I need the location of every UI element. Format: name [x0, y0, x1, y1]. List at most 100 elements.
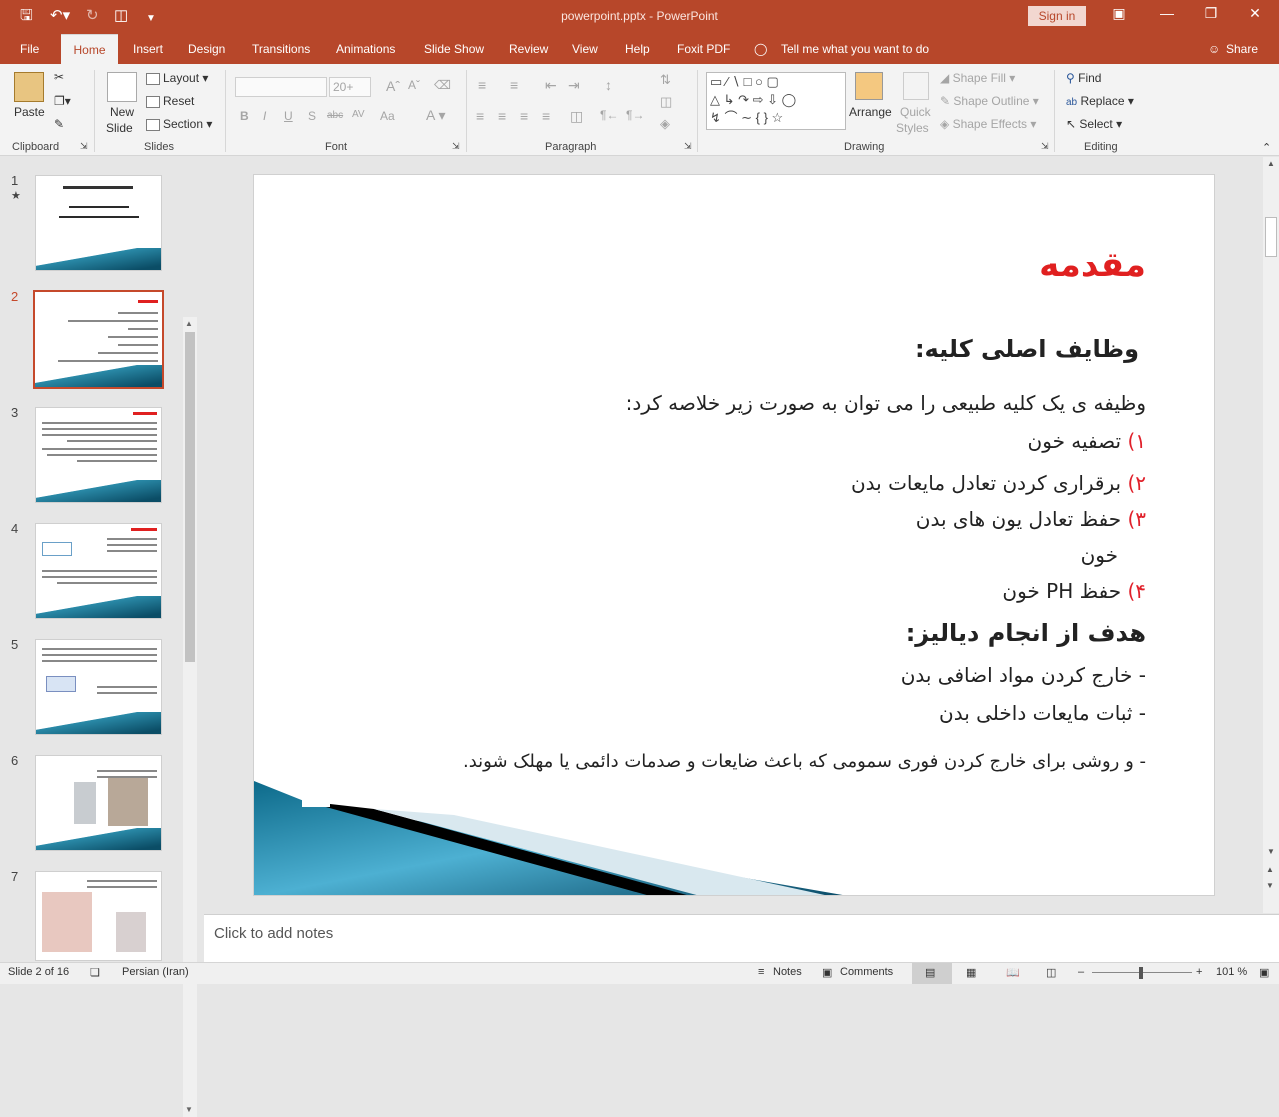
scroll-up-icon[interactable]: ▲ — [185, 319, 193, 328]
zoom-slider-thumb[interactable] — [1139, 967, 1143, 979]
zoom-out-icon[interactable]: – — [1078, 966, 1084, 978]
share-icon[interactable]: ☺ — [1208, 42, 1220, 56]
tab-foxit-pdf[interactable]: Foxit PDF — [677, 42, 730, 56]
shapes-gallery[interactable]: ▭ ∕ ∖ □ ○ ▢ △ ↳ ↷ ⇨ ⇩ ◯ ↯ ⌒ ∼ { } ☆ — [706, 72, 846, 130]
quick-styles-icon[interactable] — [903, 72, 929, 100]
decrease-font-icon[interactable]: Aˇ — [408, 78, 420, 92]
paragraph-launcher-icon[interactable]: ⇲ — [684, 141, 692, 152]
clipboard-launcher-icon[interactable]: ⇲ — [80, 141, 88, 152]
intro-text[interactable]: وظیفه ی یک کلیه طبیعی را می توان به صورت… — [626, 391, 1146, 415]
shape-outline-button[interactable]: ✎ Shape Outline ▾ — [940, 94, 1039, 108]
list-item[interactable]: ۴) حفظ PH خون — [1002, 579, 1146, 603]
numbering-icon[interactable]: ≡ — [510, 77, 518, 93]
italic-icon[interactable]: I — [263, 109, 266, 123]
bullets-icon[interactable]: ≡ — [478, 77, 486, 93]
slide-thumbnail[interactable] — [35, 871, 162, 961]
slide-show-icon[interactable]: ◫ — [1046, 966, 1056, 979]
scrollbar-thumb[interactable] — [185, 332, 195, 662]
notes-pane[interactable]: Click to add notes — [204, 914, 1279, 962]
slide-canvas[interactable]: مقدمه وظایف اصلی کلیه: وظیفه ی یک کلیه ط… — [253, 174, 1215, 896]
slide-thumbnail[interactable] — [35, 175, 162, 271]
quick-styles-label[interactable]: Quick — [900, 105, 931, 119]
scroll-up-icon[interactable]: ▲ — [1267, 159, 1275, 168]
list-item[interactable]: ۱) تصفیه خون — [1028, 429, 1146, 453]
character-spacing-icon[interactable]: AV — [352, 109, 365, 120]
columns-icon[interactable]: ◫ — [570, 108, 583, 125]
tab-view[interactable]: View — [572, 42, 598, 56]
list-item-continuation[interactable]: خون — [1081, 543, 1118, 567]
new-slide-label[interactable]: New — [110, 105, 134, 119]
tab-file[interactable]: File — [20, 42, 39, 56]
slide-thumbnail[interactable] — [35, 407, 162, 503]
slide-thumbnail[interactable] — [35, 523, 162, 619]
strikethrough-icon[interactable]: abc — [327, 110, 343, 121]
slide-title[interactable]: مقدمه — [1039, 245, 1146, 285]
font-color-icon[interactable]: A ▾ — [426, 107, 445, 124]
shape-fill-button[interactable]: ◢ Shape Fill ▾ — [940, 71, 1015, 85]
notes-icon[interactable]: ≡ — [758, 966, 764, 978]
slide-thumbnail[interactable] — [35, 755, 162, 851]
zoom-in-icon[interactable]: + — [1196, 966, 1202, 978]
find-button[interactable]: ⚲ Find — [1066, 71, 1101, 85]
slide-thumbnail-selected[interactable] — [33, 290, 164, 389]
language-indicator[interactable]: Persian (Iran) — [122, 966, 189, 978]
share-button[interactable]: Share — [1226, 42, 1258, 56]
editor-scrollbar[interactable]: ▲ ▼ ▲ ▼ — [1263, 157, 1279, 913]
arrange-button[interactable]: Arrange — [849, 105, 892, 119]
rtl-direction-icon[interactable]: ¶← — [600, 108, 618, 122]
maximize-icon[interactable]: ❐ — [1196, 5, 1226, 22]
font-size-dropdown[interactable]: 20+ — [329, 77, 371, 97]
tab-slide-show[interactable]: Slide Show — [424, 42, 484, 56]
quick-styles-label-2[interactable]: Styles — [896, 121, 929, 135]
comments-icon[interactable]: ▣ — [822, 966, 832, 979]
tab-insert[interactable]: Insert — [133, 42, 163, 56]
shape-effects-button[interactable]: ◈ Shape Effects ▾ — [940, 117, 1036, 131]
select-button[interactable]: ↖ Select ▾ — [1066, 117, 1122, 131]
replace-button[interactable]: ab Replace ▾ — [1066, 94, 1134, 108]
line-spacing-icon[interactable]: ↕ — [605, 77, 612, 93]
text-direction-icon[interactable]: ⇅ — [660, 72, 671, 88]
tab-review[interactable]: Review — [509, 42, 548, 56]
reading-view-icon[interactable]: 📖 — [1006, 966, 1020, 979]
tab-transitions[interactable]: Transitions — [252, 42, 310, 56]
justify-icon[interactable]: ≡ — [542, 108, 550, 124]
underline-icon[interactable]: U — [284, 109, 293, 123]
section-button[interactable]: Section ▾ — [146, 117, 212, 131]
decrease-indent-icon[interactable]: ⇤ — [545, 77, 557, 94]
ribbon-display-options-icon[interactable]: ▣ — [1104, 5, 1134, 22]
shadow-icon[interactable]: S — [308, 109, 316, 123]
tab-design[interactable]: Design — [188, 42, 225, 56]
copy-icon[interactable]: ❐▾ — [54, 94, 71, 108]
align-text-icon[interactable]: ◫ — [660, 94, 672, 110]
font-family-dropdown[interactable] — [235, 77, 327, 97]
heading-dialysis-goals[interactable]: هدف از انجام دیالیز: — [906, 619, 1146, 647]
fit-to-window-icon[interactable]: ▣ — [1259, 966, 1269, 979]
paste-icon[interactable] — [14, 72, 44, 102]
sign-in-button[interactable]: Sign in — [1028, 6, 1086, 26]
paste-button[interactable]: Paste — [14, 105, 45, 119]
clear-formatting-icon[interactable]: ⌫ — [434, 78, 451, 92]
layout-button[interactable]: Layout ▾ — [146, 71, 208, 85]
scrollbar-thumb[interactable] — [1265, 217, 1277, 257]
minimize-icon[interactable]: — — [1152, 5, 1182, 21]
normal-view-icon[interactable]: ▤ — [925, 966, 935, 979]
convert-smartart-icon[interactable]: ◈ — [660, 116, 670, 132]
bold-icon[interactable]: B — [240, 109, 249, 123]
zoom-level[interactable]: 101 % — [1216, 966, 1247, 978]
list-item[interactable]: ۲) برقراری کردن تعادل مایعات بدن — [851, 471, 1146, 495]
bullet-item[interactable]: - و روشی برای خارج کردن فوری سمومی که با… — [463, 751, 1146, 772]
tab-home[interactable]: Home — [61, 34, 118, 64]
notes-button[interactable]: Notes — [773, 966, 802, 978]
scroll-down-icon[interactable]: ▼ — [185, 1105, 193, 1114]
notes-placeholder[interactable]: Click to add notes — [214, 925, 333, 942]
align-right-icon[interactable]: ≡ — [520, 108, 528, 124]
drawing-launcher-icon[interactable]: ⇲ — [1041, 141, 1049, 152]
align-left-icon[interactable]: ≡ — [476, 108, 484, 124]
ltr-direction-icon[interactable]: ¶→ — [626, 108, 644, 122]
increase-font-icon[interactable]: Aˆ — [386, 78, 400, 94]
heading-kidney-functions[interactable]: وظایف اصلی کلیه: — [915, 335, 1139, 363]
arrange-icon[interactable] — [855, 72, 883, 100]
align-center-icon[interactable]: ≡ — [498, 108, 506, 124]
slide-sorter-icon[interactable]: ▦ — [966, 966, 976, 979]
bullet-item[interactable]: - خارج کردن مواد اضافی بدن — [901, 663, 1146, 687]
